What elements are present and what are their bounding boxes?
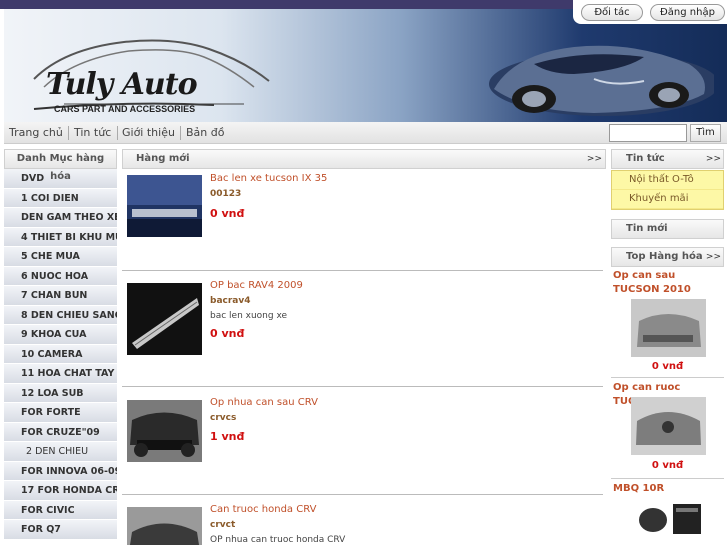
divider	[122, 270, 603, 271]
product-name[interactable]: Can truoc honda CRV	[210, 504, 316, 515]
top-product-image[interactable]	[631, 498, 706, 543]
news-header: Tin tức >>	[611, 149, 724, 169]
news-item[interactable]: Khuyến mãi	[612, 190, 723, 209]
product-price: 0 vnđ	[210, 327, 245, 340]
new-products-more-link[interactable]: >>	[587, 154, 602, 164]
category-item[interactable]: 12 LOA SUB	[4, 383, 117, 403]
product-description: bac len xuong xe	[210, 311, 288, 321]
logo-tagline: CARS PART AND ACCESSORIES	[54, 104, 196, 114]
category-item[interactable]: FOR CIVIC	[4, 500, 117, 520]
site-logo[interactable]: Tuly Auto	[46, 67, 198, 102]
top-product-price: 0 vnđ	[651, 361, 684, 372]
product-image[interactable]	[127, 400, 202, 462]
product-image[interactable]	[127, 175, 202, 237]
category-item[interactable]: FOR FORTE	[4, 403, 117, 423]
category-item[interactable]: 7 CHAN BUN	[4, 286, 117, 306]
new-products-header: Hàng mới >>	[122, 149, 606, 169]
divider	[611, 478, 724, 479]
product-price: 0 vnđ	[210, 207, 245, 220]
top-product-image[interactable]	[631, 299, 706, 357]
product-name[interactable]: Op nhua can sau CRV	[210, 397, 318, 408]
category-item[interactable]: FOR Q7	[4, 520, 117, 540]
product-name[interactable]: OP bac RAV4 2009	[210, 280, 303, 291]
news-title: Tin tức	[626, 153, 665, 164]
product-code: crvct	[210, 520, 236, 530]
category-item[interactable]: FOR INNOVA 06-09	[4, 461, 117, 481]
news-more-link[interactable]: >>	[706, 154, 721, 164]
product-code: crvcs	[210, 413, 237, 423]
right-sidebar: Tin tức >> Nội thất O-Tô Khuyến mãi Tin …	[611, 149, 724, 543]
divider	[122, 494, 603, 495]
header-banner: Tuly Auto CARS PART AND ACCESSORIES	[4, 9, 727, 122]
partner-button[interactable]: Đối tác	[581, 4, 643, 21]
category-item[interactable]: 5 CHE MUA	[4, 247, 117, 267]
sports-car-image	[489, 45, 714, 116]
top-product-name[interactable]: Op can sau TUCSON 2010	[613, 269, 724, 297]
nav-map[interactable]: Bản đồ	[186, 126, 224, 139]
top-products-title: Top Hàng hóa	[626, 251, 703, 262]
new-products-panel: Hàng mới >> Bac len xe tucson IX 35 0012…	[122, 149, 606, 545]
divider	[611, 377, 724, 378]
nav-news[interactable]: Tin tức	[74, 126, 111, 139]
category-item[interactable]: FOR CRUZE"09	[4, 422, 117, 442]
top-product-image[interactable]	[631, 397, 706, 455]
top-products-more-link[interactable]: >>	[706, 252, 721, 262]
nav-about[interactable]: Giới thiệu	[122, 126, 175, 139]
product-code: bacrav4	[210, 296, 251, 306]
category-item[interactable]: 10 CAMERA	[4, 344, 117, 364]
search-button[interactable]: Tìm	[690, 124, 721, 142]
nav-divider	[117, 126, 118, 140]
nav-home[interactable]: Trang chủ	[9, 126, 63, 139]
category-item[interactable]: 1 COI DIEN	[4, 188, 117, 208]
search-input[interactable]	[609, 124, 687, 142]
login-button[interactable]: Đăng nhập	[650, 4, 725, 21]
category-item[interactable]: 11 HOA CHAT TAY	[4, 364, 117, 384]
category-item[interactable]: 8 DEN CHIEU SANG	[4, 305, 117, 325]
latest-news-title: Tin mới	[626, 223, 668, 234]
category-item[interactable]: 9 KHOA CUA	[4, 325, 117, 345]
divider	[122, 386, 603, 387]
new-products-title: Hàng mới	[136, 153, 190, 164]
top-buttons-area: Đối tác Đăng nhập	[573, 0, 727, 24]
category-item[interactable]: 2 DEN CHIEU	[4, 442, 117, 462]
product-code: 00123	[210, 189, 242, 199]
product-image[interactable]	[127, 283, 202, 355]
category-item[interactable]: 17 FOR HONDA CRV	[4, 481, 117, 501]
category-item[interactable]: DEN GAM THEO XE	[4, 208, 117, 228]
nav-divider	[180, 126, 181, 140]
latest-news-header: Tin mới	[611, 219, 724, 239]
category-item[interactable]: 4 THIET BI KHU MUI	[4, 227, 117, 247]
category-item[interactable]: 6 NUOC HOA	[4, 266, 117, 286]
product-image[interactable]	[127, 507, 202, 545]
news-item[interactable]: Nội thất O-Tô	[612, 171, 723, 190]
category-title: Danh Mục hàng hóa	[4, 149, 117, 182]
top-product-name[interactable]: MBQ 10R	[613, 482, 724, 496]
top-product-price: 0 vnđ	[651, 460, 684, 471]
nav-divider	[68, 126, 69, 140]
product-price: 1 vnđ	[210, 430, 245, 443]
news-list: Nội thất O-Tô Khuyến mãi	[611, 170, 724, 210]
product-name[interactable]: Bac len xe tucson IX 35	[210, 173, 327, 184]
product-description: OP nhua can truoc honda CRV	[210, 535, 346, 545]
top-products-header: Top Hàng hóa >>	[611, 247, 724, 267]
main-nav: Trang chủ Tin tức Giới thiệu Bản đồ Tìm	[4, 122, 727, 144]
category-sidebar: Danh Mục hàng hóa DVD 1 COI DIEN DEN GAM…	[4, 149, 117, 540]
